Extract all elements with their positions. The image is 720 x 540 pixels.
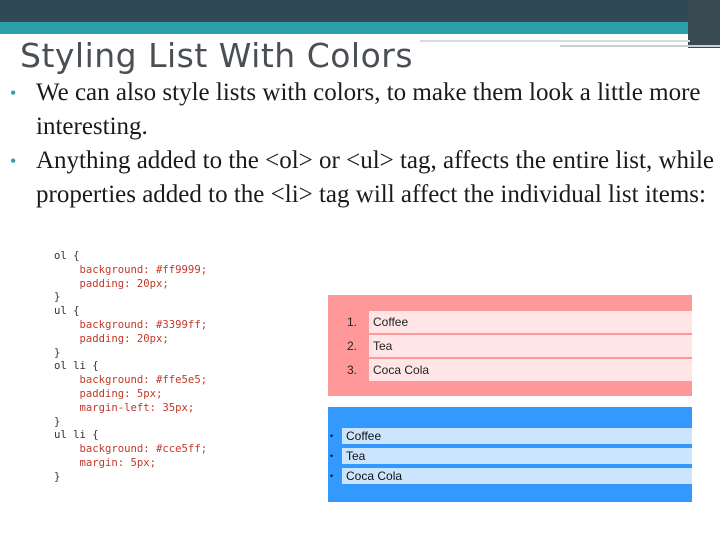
ul-item-label: Coffee xyxy=(346,429,382,443)
code-line: background: #ffe5e5; xyxy=(54,374,208,387)
ol-list-item: 3. Coca Cola xyxy=(347,359,692,381)
code-line: padding: 20px; xyxy=(54,332,169,345)
ol-item-label: Coca Cola xyxy=(373,363,430,377)
ul-item-label: Coca Cola xyxy=(346,469,403,483)
code-line: background: #3399ff; xyxy=(54,318,208,331)
bullet-icon: • xyxy=(330,451,334,461)
ul-list-item: • Coca Cola xyxy=(330,468,692,484)
header-band-accent xyxy=(0,22,688,34)
bullet-dot-icon: • xyxy=(10,151,17,171)
bullet-text: We can also style lists with colors, to … xyxy=(36,79,701,140)
header-band-dark xyxy=(0,0,720,22)
bullet-list: • We can also style lists with colors, t… xyxy=(10,76,720,212)
ul-item-label: Tea xyxy=(346,449,366,463)
bullet-icon: • xyxy=(330,431,334,441)
unordered-list-example: • Coffee • Tea • Coca Cola xyxy=(328,407,692,502)
bullet-dot-icon: • xyxy=(10,83,17,103)
ol-item-label: Tea xyxy=(373,339,393,353)
header-band-corner xyxy=(688,0,720,48)
ol-item-number: 2. xyxy=(347,339,358,353)
header-rule-2 xyxy=(560,45,720,47)
slide-title: Styling List With Colors xyxy=(20,36,414,75)
header-rule-1 xyxy=(420,40,690,42)
ol-item-label: Coffee xyxy=(373,315,409,329)
code-line: } xyxy=(54,415,61,428)
code-line: background: #cce5ff; xyxy=(54,443,208,456)
css-code-sample: ol { background: #ff9999; padding: 20px;… xyxy=(54,250,207,485)
code-line: ol li { xyxy=(54,360,99,373)
code-line: ul { xyxy=(54,305,80,318)
code-line: } xyxy=(54,470,61,483)
code-line: margin-left: 35px; xyxy=(54,401,195,414)
code-line: padding: 5px; xyxy=(54,387,163,400)
ordered-list-example: 1. Coffee 2. Tea 3. Coca Cola xyxy=(328,295,692,396)
bullet-icon: • xyxy=(330,471,334,481)
ul-list-item: • Tea xyxy=(330,448,692,464)
ol-item-number: 1. xyxy=(347,315,358,329)
bullet-item: • We can also style lists with colors, t… xyxy=(10,76,720,144)
ol-list-item: 2. Tea xyxy=(347,335,692,357)
code-line: } xyxy=(54,291,61,304)
bullet-text: Anything added to the <ol> or <ul> tag, … xyxy=(36,147,715,208)
code-line: ol { xyxy=(54,250,80,262)
code-line: padding: 20px; xyxy=(54,277,169,290)
ol-list-item: 1. Coffee xyxy=(347,311,692,333)
code-line: } xyxy=(54,346,61,359)
ol-item-number: 3. xyxy=(347,363,358,377)
code-line: ul li { xyxy=(54,429,99,442)
ul-list-item: • Coffee xyxy=(330,428,692,444)
code-line: margin: 5px; xyxy=(54,456,157,469)
code-line: background: #ff9999; xyxy=(54,263,208,276)
bullet-item: • Anything added to the <ol> or <ul> tag… xyxy=(10,144,720,212)
